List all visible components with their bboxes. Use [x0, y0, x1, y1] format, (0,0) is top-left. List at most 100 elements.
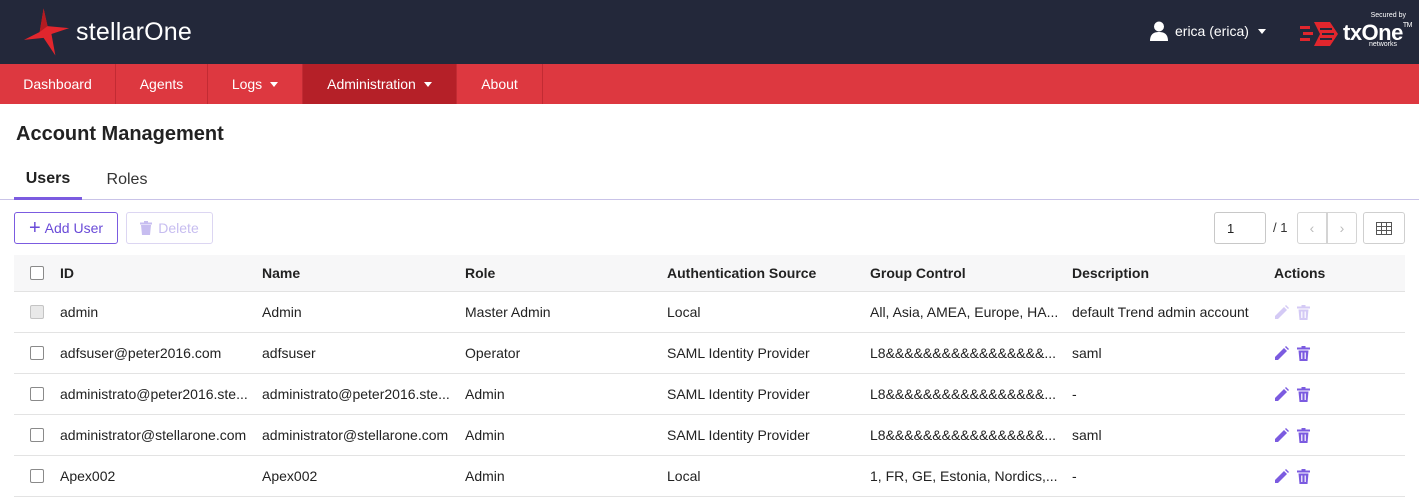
next-page-button[interactable]: ›: [1327, 212, 1357, 244]
page-number-input[interactable]: [1214, 212, 1266, 244]
cell-actions: [1274, 456, 1374, 496]
top-header: stellarOne erica (erica) Secured by txOn…: [0, 0, 1419, 64]
cell-id: Apex002: [60, 468, 116, 484]
cell-group-control: L8&&&&&&&&&&&&&&&&&...: [870, 427, 1056, 443]
prev-page-button[interactable]: ‹: [1297, 212, 1327, 244]
delete-button[interactable]: Delete: [126, 212, 213, 244]
nav-logs[interactable]: Logs: [208, 64, 303, 104]
user-menu[interactable]: erica (erica): [1150, 18, 1266, 44]
table-row[interactable]: adfsuser@peter2016.com adfsuser Operator SA…: [14, 333, 1405, 374]
trash-icon[interactable]: [1297, 386, 1310, 402]
user-name: erica (erica): [1175, 23, 1249, 39]
user-icon: [1150, 21, 1168, 41]
table-row[interactable]: admin Admin Master Admin Local All, Asia, AM…: [14, 292, 1405, 333]
header-auth-source[interactable]: Authentication Source: [667, 255, 862, 291]
chevron-right-icon: ›: [1339, 220, 1345, 236]
cell-name: administrator@stellarone.com: [262, 427, 449, 443]
cell-id: admin: [60, 304, 99, 320]
table-row[interactable]: Apex002 Apex002 Admin Local 1, FR, GE, Eston…: [14, 456, 1405, 497]
cell-auth-source: SAML Identity Provider: [667, 427, 810, 443]
header-id[interactable]: ID: [60, 255, 256, 291]
tab-users[interactable]: Users: [14, 160, 82, 200]
header-description[interactable]: Description: [1072, 255, 1264, 291]
pencil-icon[interactable]: [1274, 468, 1289, 484]
nav-administration[interactable]: Administration: [303, 64, 457, 104]
cell-role: Master Admin: [465, 304, 551, 320]
nav-dashboard[interactable]: Dashboard: [0, 64, 116, 104]
cell-description: saml: [1072, 427, 1102, 443]
grid-icon: [1376, 221, 1392, 235]
trash-icon: [1297, 304, 1310, 320]
cell-name: administrato@peter2016.ste...: [262, 386, 450, 402]
cell-group-control: All, Asia, AMEA, Europe, HA...: [870, 304, 1059, 320]
cell-auth-source: Local: [667, 304, 701, 320]
header-role[interactable]: Role: [465, 255, 655, 291]
cell-auth-source: SAML Identity Provider: [667, 345, 810, 361]
page-title: Account Management: [16, 123, 224, 145]
cell-role: Admin: [465, 427, 505, 443]
cell-actions: [1274, 333, 1374, 373]
cell-role: Operator: [465, 345, 521, 361]
app-name: stellarOne: [76, 17, 192, 46]
nav-agents[interactable]: Agents: [116, 64, 208, 104]
cell-id: administrator@stellarone.com: [60, 427, 247, 443]
cell-actions: [1274, 292, 1374, 332]
row-checkbox[interactable]: [30, 469, 44, 483]
cell-description: saml: [1072, 345, 1102, 361]
cell-id: administrato@peter2016.ste...: [60, 386, 248, 402]
select-all-checkbox[interactable]: [30, 266, 44, 280]
trash-icon: [140, 221, 153, 235]
cell-description: -: [1072, 468, 1077, 484]
table-row[interactable]: administrator@stellarone.com administrato…: [14, 415, 1405, 456]
secured-by-text: Secured by: [1370, 12, 1406, 19]
cell-group-control: 1, FR, GE, Estonia, Nordics,...: [870, 468, 1058, 484]
cell-actions: [1274, 374, 1374, 414]
table-header: ID Name Role Authentication Source Group…: [14, 255, 1405, 292]
chevron-left-icon: ‹: [1309, 220, 1315, 236]
table-body: admin Admin Master Admin Local All, Asia, AM…: [14, 292, 1405, 497]
partner-logo: Secured by txOneTM networks: [1300, 10, 1412, 54]
chevron-down-icon: [423, 81, 432, 87]
row-checkbox[interactable]: [30, 428, 44, 442]
row-checkbox: [30, 305, 44, 319]
trash-icon[interactable]: [1297, 427, 1310, 443]
cell-auth-source: Local: [667, 468, 701, 484]
cell-role: Admin: [465, 386, 505, 402]
txone-shield-icon: [1300, 22, 1338, 46]
cell-group-control: L8&&&&&&&&&&&&&&&&&...: [870, 345, 1056, 361]
app-logo[interactable]: stellarOne: [22, 6, 192, 58]
cell-description: -: [1072, 386, 1077, 402]
page-total: / 1: [1273, 220, 1288, 235]
header-name[interactable]: Name: [262, 255, 458, 291]
plus-icon: +: [28, 217, 41, 239]
pencil-icon: [1275, 304, 1289, 319]
cell-description: default Trend admin account: [1072, 304, 1249, 320]
chevron-down-icon: [270, 81, 279, 87]
partner-sub: networks: [1369, 41, 1398, 48]
cell-id: adfsuser@peter2016.com: [60, 345, 222, 361]
cell-auth-source: SAML Identity Provider: [667, 386, 810, 402]
header-actions: Actions: [1274, 265, 1326, 281]
row-checkbox[interactable]: [30, 346, 44, 360]
trash-icon[interactable]: [1297, 468, 1310, 484]
main-nav: Dashboard Agents Logs Administration Abo…: [0, 64, 1419, 104]
nav-about[interactable]: About: [457, 64, 543, 104]
cell-name: adfsuser: [262, 345, 316, 361]
tab-roles[interactable]: Roles: [96, 160, 158, 200]
header-group-control[interactable]: Group Control: [870, 255, 1062, 291]
tab-bar: Users Roles: [0, 160, 1419, 200]
stellar-logo-icon: [23, 8, 70, 56]
cell-name: Admin: [262, 304, 302, 320]
cell-actions: [1274, 415, 1374, 455]
cell-group-control: L8&&&&&&&&&&&&&&&&&...: [870, 386, 1056, 402]
trash-icon[interactable]: [1297, 345, 1310, 361]
row-checkbox[interactable]: [30, 387, 44, 401]
add-user-button[interactable]: + Add User: [14, 212, 118, 244]
cell-role: Admin: [465, 468, 505, 484]
pencil-icon[interactable]: [1274, 345, 1289, 361]
users-table: ID Name Role Authentication Source Group…: [14, 255, 1405, 497]
pencil-icon[interactable]: [1274, 386, 1289, 402]
table-row[interactable]: administrato@peter2016.ste... administrat…: [14, 374, 1405, 415]
column-settings-button[interactable]: [1363, 212, 1405, 244]
pencil-icon[interactable]: [1274, 427, 1289, 443]
